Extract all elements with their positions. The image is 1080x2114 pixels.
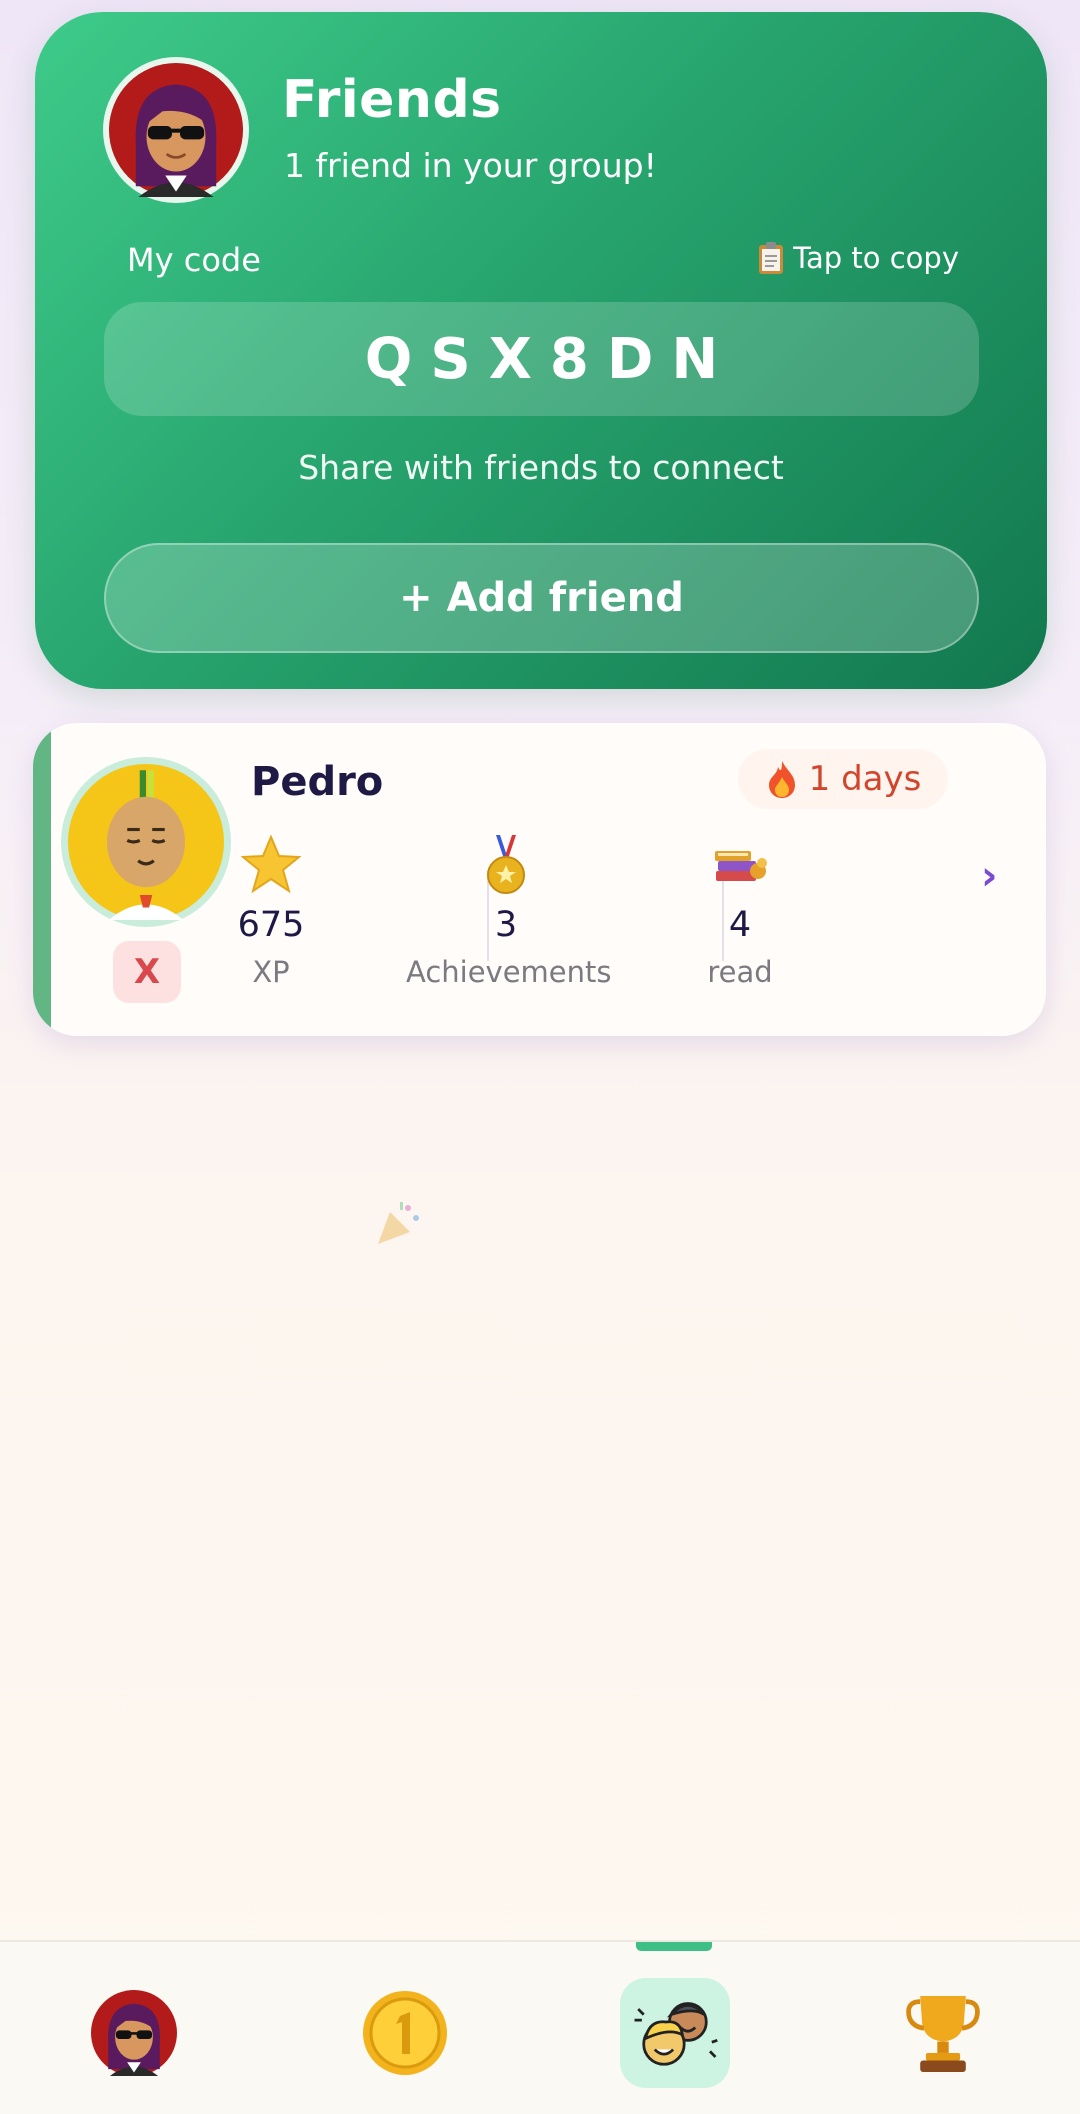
chevron-right-icon[interactable]: › — [981, 853, 997, 899]
xp-value: 675 — [237, 905, 305, 945]
friends-header-card: Friends 1 friend in your group! My code … — [35, 12, 1047, 689]
friend-name: Pedro — [251, 759, 384, 805]
nav-trophy[interactable] — [888, 1978, 998, 2088]
my-avatar — [103, 57, 249, 203]
friends-icon — [634, 2002, 718, 2066]
achievements-value: 3 — [494, 905, 518, 945]
flame-icon — [765, 759, 799, 799]
active-tab-indicator — [636, 1942, 712, 1951]
friend-card-accent — [33, 723, 51, 1036]
stat-xp: 675 XP — [171, 833, 371, 989]
tap-to-copy-label: Tap to copy — [793, 241, 959, 275]
nav-friends[interactable] — [620, 1978, 730, 2088]
page-title: Friends — [282, 70, 502, 130]
stat-read: 4 read — [640, 833, 840, 989]
add-friend-button[interactable]: + Add friend — [104, 543, 979, 653]
my-code-label: My code — [127, 241, 261, 279]
medal-icon — [406, 833, 606, 895]
achievements-label: Achievements — [406, 955, 612, 989]
friend-count-subtitle: 1 friend in your group! — [284, 146, 657, 185]
streak-badge: 1 days — [738, 749, 948, 809]
trophy-icon — [906, 1995, 980, 2072]
star-icon — [171, 833, 371, 895]
friend-card-pedro[interactable]: X Pedro 1 days 675 XP 3 Achievements 4 r… — [33, 723, 1046, 1036]
tap-to-copy-button[interactable]: Tap to copy — [757, 241, 959, 275]
profile-avatar-icon — [91, 1990, 177, 2076]
xp-label: XP — [252, 955, 290, 989]
bottom-navigation — [0, 1940, 1080, 2114]
nav-profile[interactable] — [79, 1978, 189, 2088]
friend-code-display[interactable]: QSX8DN — [104, 302, 979, 416]
nav-coins[interactable] — [350, 1978, 460, 2088]
read-value: 4 — [728, 905, 752, 945]
clipboard-icon — [757, 241, 785, 275]
books-icon — [640, 833, 840, 895]
streak-label: 1 days — [808, 759, 922, 799]
party-popper-icon — [372, 1198, 424, 1250]
share-hint: Share with friends to connect — [298, 448, 784, 487]
stat-achievements: 3 Achievements — [406, 833, 612, 989]
read-label: read — [707, 955, 773, 989]
coin-icon — [363, 1991, 447, 2075]
